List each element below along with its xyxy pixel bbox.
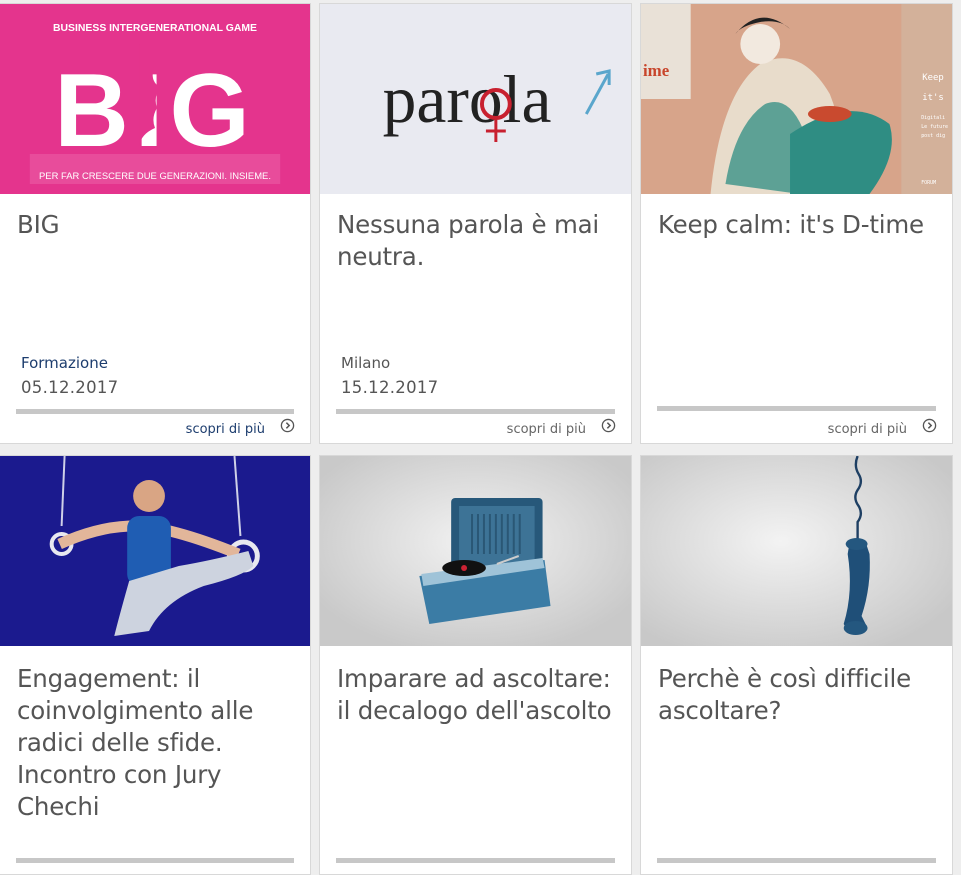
- more-link[interactable]: scopri di più: [828, 422, 907, 437]
- dtime-badge: ime: [643, 61, 670, 80]
- card-perche[interactable]: Perchè è così difficile ascoltare?: [640, 455, 953, 875]
- more-link[interactable]: scopri di più: [186, 422, 265, 437]
- card-image-engagement[interactable]: [0, 456, 310, 646]
- card-date: 15.12.2017: [341, 378, 439, 397]
- chevron-circle-right-icon[interactable]: [280, 418, 295, 433]
- card-image-parola[interactable]: parola: [320, 4, 631, 194]
- dtime-poster-line: Digitali: [921, 115, 945, 121]
- dtime-poster-line: Le future: [921, 124, 948, 130]
- card-divider: [16, 409, 294, 414]
- parola-word: parola: [383, 62, 552, 137]
- card-image-imparare[interactable]: [320, 456, 631, 646]
- card-divider: [16, 858, 294, 863]
- card-divider: [657, 406, 936, 411]
- card-divider: [657, 858, 936, 863]
- card-imparare[interactable]: Imparare ad ascoltare: il decalogo dell'…: [319, 455, 632, 875]
- card-image-perche[interactable]: [641, 456, 952, 646]
- big-bottom-text: PER FAR CRESCERE DUE GENERAZIONI. INSIEM…: [39, 171, 271, 182]
- card-title[interactable]: Imparare ad ascoltare: il decalogo dell'…: [337, 663, 617, 727]
- card-title[interactable]: Nessuna parola è mai neutra.: [337, 209, 617, 273]
- card-divider: [336, 858, 615, 863]
- dtime-poster-line: FORUM: [921, 180, 936, 186]
- card-title[interactable]: BIG: [17, 209, 296, 241]
- card-big[interactable]: BUSINESS INTERGENERATIONAL GAME BIG PER …: [0, 3, 311, 444]
- chevron-circle-right-icon[interactable]: [922, 418, 937, 433]
- dtime-poster-line: it's: [922, 93, 944, 103]
- card-title[interactable]: Keep calm: it's D-time: [658, 209, 938, 241]
- more-link[interactable]: scopri di più: [507, 422, 586, 437]
- dtime-poster-line: post dig: [921, 133, 945, 139]
- card-title[interactable]: Engagement: il coinvolgimento alle radic…: [17, 663, 296, 823]
- dtime-poster-line: Keep: [922, 73, 944, 83]
- card-image-big[interactable]: BUSINESS INTERGENERATIONAL GAME BIG PER …: [0, 4, 310, 194]
- card-date: 05.12.2017: [21, 378, 119, 397]
- card-category: Formazione: [21, 354, 108, 372]
- card-parola[interactable]: parola Nessuna parola è mai neutra. Mila…: [319, 3, 632, 444]
- card-divider: [336, 409, 615, 414]
- big-top-text: BUSINESS INTERGENERATIONAL GAME: [53, 23, 257, 34]
- card-title[interactable]: Perchè è così difficile ascoltare?: [658, 663, 938, 727]
- card-category: Milano: [341, 354, 391, 372]
- chevron-circle-right-icon[interactable]: [601, 418, 616, 433]
- card-dtime[interactable]: ime Keep it's Digitali Le future post di…: [640, 3, 953, 444]
- card-image-dtime[interactable]: ime Keep it's Digitali Le future post di…: [641, 4, 952, 194]
- card-engagement[interactable]: Engagement: il coinvolgimento alle radic…: [0, 455, 311, 875]
